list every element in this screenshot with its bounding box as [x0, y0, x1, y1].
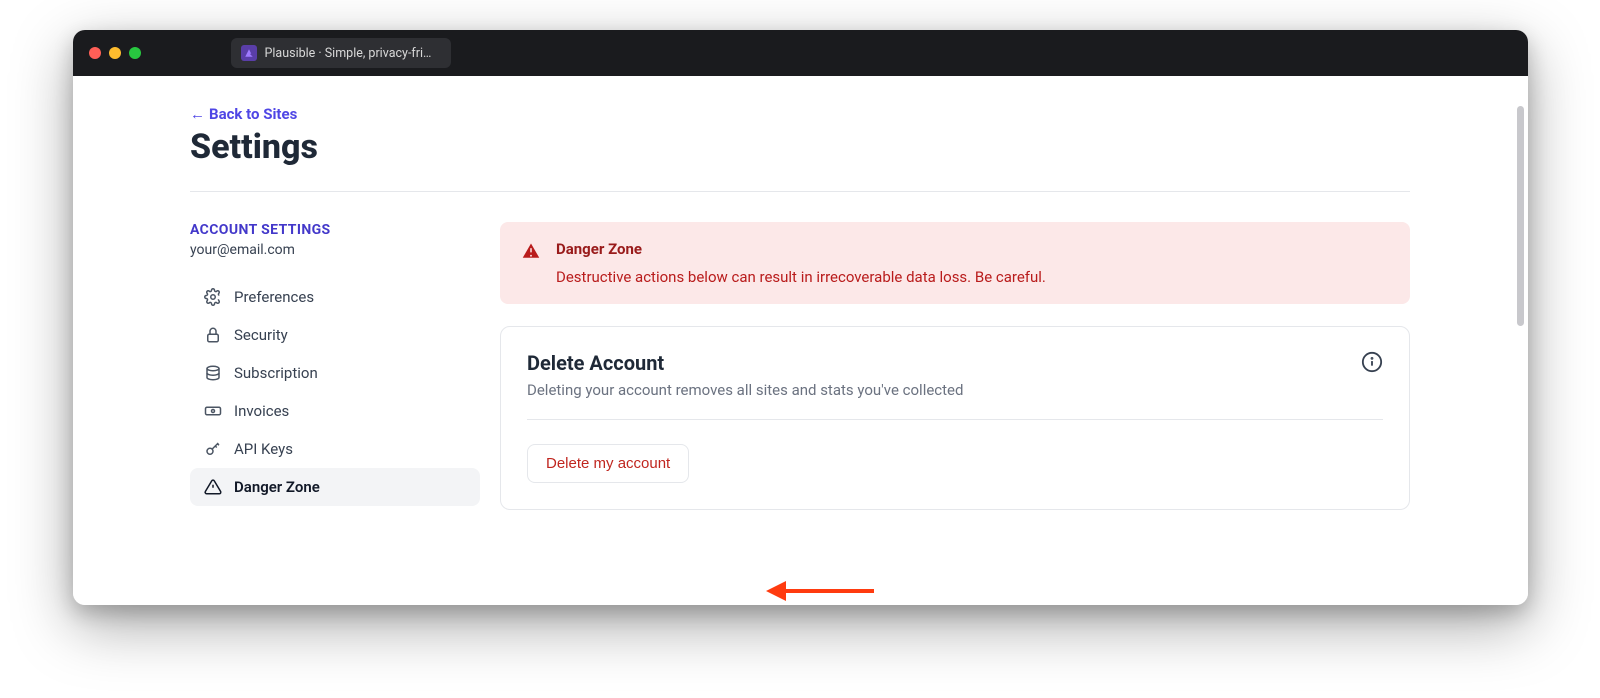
- page-title: Settings: [190, 127, 1410, 167]
- sidebar-item-invoices[interactable]: Invoices: [190, 392, 480, 430]
- back-to-sites-link[interactable]: ← Back to Sites: [190, 105, 297, 123]
- alert-description: Destructive actions below can result in …: [556, 268, 1046, 286]
- sidebar-item-danger-zone[interactable]: Danger Zone: [190, 468, 480, 506]
- browser-window: Plausible · Simple, privacy-frien ← Back…: [73, 30, 1528, 605]
- danger-alert: Danger Zone Destructive actions below ca…: [500, 222, 1410, 304]
- alert-title: Danger Zone: [556, 240, 1046, 258]
- sidebar-email: your@email.com: [190, 242, 480, 258]
- sidebar-item-subscription[interactable]: Subscription: [190, 354, 480, 392]
- back-link-label: Back to Sites: [209, 105, 297, 123]
- annotation-arrow-icon: [766, 576, 876, 605]
- titlebar: Plausible · Simple, privacy-frien: [73, 30, 1528, 76]
- card-divider: [527, 419, 1383, 420]
- main-panel: Danger Zone Destructive actions below ca…: [500, 222, 1410, 510]
- maximize-window-button[interactable]: [129, 47, 141, 59]
- banknote-icon: [204, 402, 222, 420]
- page-content: ← Back to Sites Settings ACCOUNT SETTING…: [190, 76, 1410, 510]
- warning-icon: [204, 478, 222, 496]
- info-icon[interactable]: [1361, 351, 1383, 373]
- stack-icon: [204, 364, 222, 382]
- sidebar-item-label: Danger Zone: [234, 478, 320, 496]
- arrow-left-icon: ←: [190, 105, 205, 123]
- sidebar-item-label: API Keys: [234, 440, 293, 458]
- delete-account-card: Delete Account Deleting your account rem…: [500, 326, 1410, 510]
- close-window-button[interactable]: [89, 47, 101, 59]
- window-controls: [89, 47, 141, 59]
- sidebar-item-label: Preferences: [234, 288, 314, 306]
- lock-icon: [204, 326, 222, 344]
- favicon-icon: [241, 45, 257, 61]
- sidebar-heading: ACCOUNT SETTINGS: [190, 222, 480, 238]
- sidebar-item-label: Subscription: [234, 364, 318, 382]
- sidebar-item-label: Security: [234, 326, 288, 344]
- alert-triangle-icon: [522, 242, 540, 260]
- sidebar-item-security[interactable]: Security: [190, 316, 480, 354]
- card-title: Delete Account: [527, 351, 963, 375]
- key-icon: [204, 440, 222, 458]
- sidebar-item-api-keys[interactable]: API Keys: [190, 430, 480, 468]
- scrollbar-thumb[interactable]: [1517, 106, 1524, 326]
- card-description: Deleting your account removes all sites …: [527, 381, 963, 399]
- tab-title: Plausible · Simple, privacy-frien: [265, 46, 437, 61]
- minimize-window-button[interactable]: [109, 47, 121, 59]
- gear-icon: [204, 288, 222, 306]
- sidebar: ACCOUNT SETTINGS your@email.com Preferen…: [190, 222, 480, 510]
- viewport: ← Back to Sites Settings ACCOUNT SETTING…: [73, 76, 1528, 605]
- sidebar-item-preferences[interactable]: Preferences: [190, 278, 480, 316]
- sidebar-item-label: Invoices: [234, 402, 289, 420]
- delete-my-account-button[interactable]: Delete my account: [527, 444, 689, 483]
- browser-tab[interactable]: Plausible · Simple, privacy-frien: [231, 38, 451, 68]
- divider: [190, 191, 1410, 192]
